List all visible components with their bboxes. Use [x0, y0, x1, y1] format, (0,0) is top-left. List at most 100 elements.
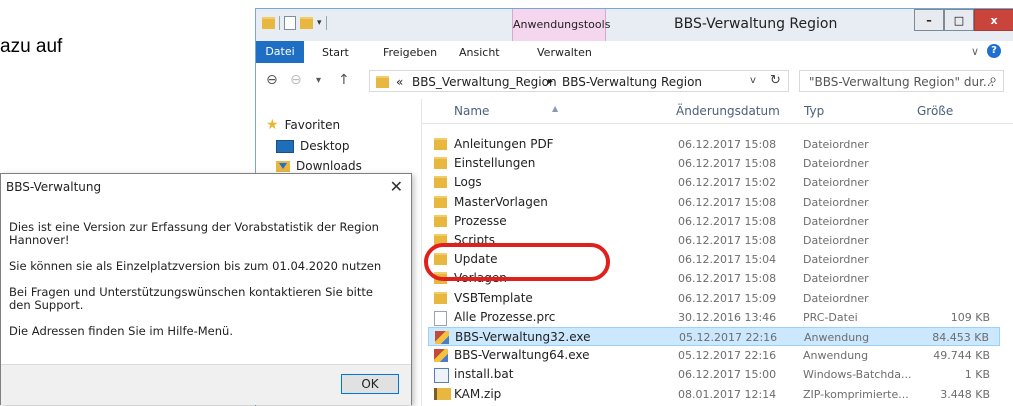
column-header-date[interactable]: Änderungsdatum — [676, 104, 780, 118]
file-row[interactable]: VSBTemplate 06.12.2017 15:09 Dateiordner — [428, 289, 1000, 308]
new-folder-icon[interactable] — [300, 17, 313, 29]
breadcrumb-separator-icon[interactable]: ▸ — [548, 76, 553, 87]
nav-item-label: Favoriten — [284, 118, 341, 132]
address-bar[interactable]: « BBS_Verwaltung_Region ▸ BBS-Verwaltung… — [369, 70, 789, 92]
nav-item-downloads[interactable]: Downloads — [276, 159, 362, 173]
file-row[interactable]: Einstellungen 06.12.2017 15:08 Dateiordner — [428, 154, 1000, 173]
column-header-name[interactable]: Name — [454, 104, 489, 118]
file-name: Anleitungen PDF — [454, 137, 554, 151]
tab-datei[interactable]: Datei — [256, 41, 304, 63]
file-row[interactable]: Logs 06.12.2017 15:02 Dateiordner — [428, 173, 1000, 192]
file-type: Windows-Batchda... — [803, 368, 912, 382]
up-button[interactable]: ↑ — [338, 72, 350, 88]
dialog-message: Dies ist eine Version zur Erfassung der … — [9, 221, 394, 351]
file-type: Dateiordner — [803, 253, 869, 267]
folder-icon — [434, 195, 447, 208]
ribbon-expand-icon[interactable]: ∨ — [971, 45, 979, 58]
properties-icon[interactable] — [284, 16, 296, 30]
search-input[interactable]: "BBS-Verwaltung Region" dur... ⌕ — [799, 70, 1004, 92]
folder-icon — [434, 195, 447, 211]
recent-locations-icon[interactable]: ▾ — [316, 75, 321, 86]
file-date: 06.12.2017 15:08 — [678, 157, 777, 171]
file-date: 06.12.2017 15:04 — [678, 253, 777, 267]
divider — [279, 16, 280, 30]
folder-icon — [434, 157, 447, 172]
breadcrumb-item[interactable]: BBS-Verwaltung Region — [562, 75, 702, 89]
exe-icon — [435, 331, 449, 344]
file-size: 109 KB — [950, 310, 990, 324]
column-header-type[interactable]: Typ — [804, 104, 824, 118]
file-type: Dateiordner — [803, 272, 869, 286]
file-type: Dateiordner — [803, 176, 869, 190]
file-row[interactable]: Alle Prozesse.prc 30.12.2016 13:46 PRC-Dat… — [428, 308, 1000, 327]
zip-icon — [434, 387, 451, 403]
nav-item-desktop[interactable]: Desktop — [276, 139, 350, 153]
file-row[interactable]: BBS-Verwaltung64.exe 05.12.2017 22:16 Anwe… — [428, 346, 1000, 365]
folder-icon — [434, 291, 447, 304]
file-size: 49.744 KB — [933, 349, 990, 363]
star-icon: ★ — [266, 117, 279, 133]
file-name: KAM.zip — [454, 386, 502, 401]
column-header-size[interactable]: Größe — [917, 104, 953, 118]
file-type: Anwendung — [803, 349, 869, 363]
breadcrumb-overflow[interactable]: « — [396, 75, 403, 89]
nav-item-favoriten[interactable]: ★ Favoriten — [266, 117, 340, 133]
folder-icon — [376, 76, 389, 88]
breadcrumb-item[interactable]: BBS_Verwaltung_Region — [412, 75, 557, 89]
divider — [325, 16, 327, 30]
qat-dropdown-icon[interactable]: ▾ — [317, 18, 322, 28]
file-row[interactable]: Prozesse 06.12.2017 15:08 Dateiordner — [428, 212, 1000, 231]
file-row[interactable]: Anleitungen PDF 06.12.2017 15:08 Dateiordn… — [428, 135, 1000, 154]
file-row[interactable]: KAM.zip 08.01.2017 12:14 ZIP-komprimierte.… — [428, 385, 1000, 404]
folder-icon — [434, 214, 447, 230]
dialog-footer: OK — [1, 364, 411, 405]
file-row[interactable]: BBS-Verwaltung32.exe 05.12.2017 22:16 Anwe… — [428, 327, 1000, 346]
folder-icon — [434, 291, 447, 307]
ok-button[interactable]: OK — [341, 374, 399, 394]
refresh-icon[interactable]: ↻ — [770, 73, 781, 88]
file-date: 06.12.2017 15:08 — [678, 214, 777, 228]
title-bar: ▾ Anwendungstools BBS-Verwaltung Region … — [256, 9, 1013, 41]
file-name: Alle Prozesse.prc — [454, 309, 556, 324]
highlight-ring — [424, 243, 610, 281]
folder-icon — [434, 176, 447, 191]
file-date: 06.12.2017 15:08 — [678, 234, 777, 247]
dialog-paragraph: Sie können sie als Einzelplatzversion bi… — [9, 259, 382, 273]
back-button[interactable]: ⊖ — [266, 72, 278, 88]
file-name: MasterVorlagen — [454, 194, 548, 209]
file-size: 84.453 KB — [932, 331, 989, 344]
close-button[interactable]: x — [974, 9, 1013, 31]
file-date: 06.12.2017 15:08 — [678, 272, 777, 286]
file-row[interactable]: install.bat 06.12.2017 15:00 Windows-Batch… — [428, 365, 1000, 384]
search-icon[interactable]: ⌕ — [989, 72, 997, 88]
tab-start[interactable]: Start — [322, 46, 349, 59]
exe-icon — [434, 349, 448, 363]
exe-icon — [435, 331, 449, 347]
column-headers: Name ▲ Änderungsdatum Typ Größe — [422, 99, 1013, 124]
file-name: install.bat — [454, 367, 514, 382]
address-dropdown-icon[interactable]: v — [750, 75, 756, 86]
folder-icon[interactable] — [262, 17, 275, 29]
folder-icon — [434, 214, 447, 227]
minimize-button[interactable]: – — [914, 9, 944, 31]
folder-icon — [434, 138, 447, 153]
exe-icon — [434, 349, 448, 365]
file-date: 05.12.2017 22:16 — [679, 331, 778, 344]
maximize-button[interactable]: □ — [944, 9, 974, 31]
file-row[interactable]: MasterVorlagen 06.12.2017 15:08 Dateiordne… — [428, 193, 1000, 212]
file-type: ZIP-komprimierte... — [803, 387, 909, 401]
sort-ascending-icon: ▲ — [552, 104, 559, 113]
close-icon[interactable]: ✕ — [390, 177, 403, 196]
file-type: Dateiordner — [803, 291, 869, 305]
file-name: Prozesse — [454, 213, 507, 228]
forward-button[interactable]: ⊖ — [290, 72, 302, 88]
folder-icon — [434, 176, 447, 189]
help-icon[interactable]: ? — [987, 44, 1001, 58]
file-type: Dateiordner — [803, 157, 869, 171]
navigation-bar: ⊖ ⊖ ▾ ↑ « BBS_Verwaltung_Region ▸ BBS-Ve… — [256, 63, 1013, 99]
tab-freigeben[interactable]: Freigeben — [383, 46, 437, 59]
tab-verwalten[interactable]: Verwalten — [537, 46, 592, 59]
bat-icon — [434, 368, 449, 384]
tab-ansicht[interactable]: Ansicht — [459, 46, 500, 59]
folder-icon — [434, 138, 447, 150]
